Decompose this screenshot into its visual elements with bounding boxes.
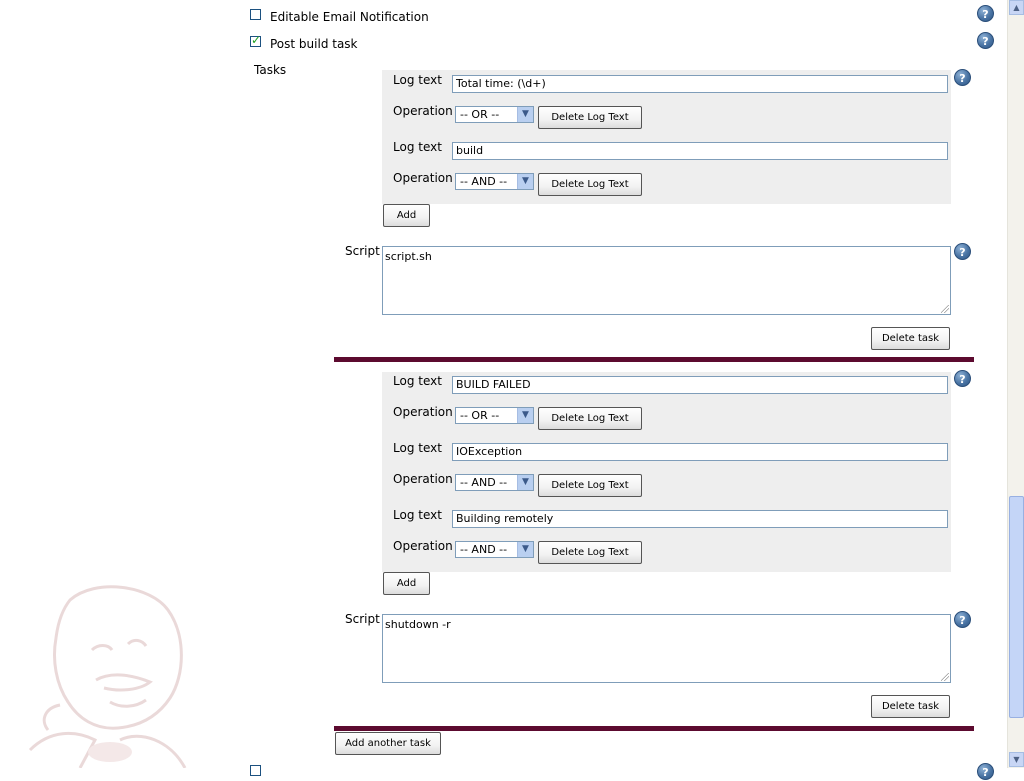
- log-text-input[interactable]: build: [452, 142, 948, 160]
- help-icon[interactable]: ?: [954, 370, 971, 387]
- operation-label: Operation: [393, 472, 453, 486]
- task-separator: [334, 357, 974, 362]
- delete-log-text-button[interactable]: Delete Log Text: [538, 407, 642, 430]
- resize-grip-icon[interactable]: [941, 305, 949, 313]
- post-build-task-checkbox[interactable]: ✓: [250, 33, 262, 47]
- chevron-down-icon: ▼: [517, 475, 533, 490]
- add-another-task-button[interactable]: Add another task: [335, 732, 441, 755]
- help-icon[interactable]: ?: [977, 32, 994, 49]
- scroll-down-icon[interactable]: ▼: [1009, 752, 1024, 767]
- delete-log-text-button[interactable]: Delete Log Text: [538, 474, 642, 497]
- add-log-text-button[interactable]: Add: [383, 204, 430, 227]
- chevron-down-icon: ▼: [517, 542, 533, 557]
- operation-label: Operation: [393, 405, 453, 419]
- checkmark-icon: ✓: [251, 33, 262, 47]
- editable-email-label: Editable Email Notification: [270, 10, 429, 24]
- delete-log-text-button[interactable]: Delete Log Text: [538, 541, 642, 564]
- help-icon[interactable]: ?: [954, 69, 971, 86]
- delete-log-text-button[interactable]: Delete Log Text: [538, 173, 642, 196]
- log-text-label: Log text: [393, 374, 442, 388]
- help-icon[interactable]: ?: [977, 763, 994, 780]
- log-text-input[interactable]: Total time: (\d+): [452, 75, 948, 93]
- resize-grip-icon[interactable]: [941, 673, 949, 681]
- help-icon[interactable]: ?: [977, 5, 994, 22]
- operation-select[interactable]: -- AND -- ▼: [455, 541, 534, 558]
- tasks-label: Tasks: [254, 63, 287, 77]
- operation-select[interactable]: -- AND -- ▼: [455, 474, 534, 491]
- editable-email-checkbox[interactable]: [250, 9, 261, 20]
- script-textarea[interactable]: script.sh: [382, 246, 951, 315]
- task-separator: [334, 726, 974, 731]
- operation-select[interactable]: -- AND -- ▼: [455, 173, 534, 190]
- delete-task-button[interactable]: Delete task: [871, 327, 950, 350]
- delete-task-button[interactable]: Delete task: [871, 695, 950, 718]
- next-option-checkbox[interactable]: [250, 765, 261, 776]
- post-build-task-label: Post build task: [270, 37, 358, 51]
- chevron-down-icon: ▼: [517, 408, 533, 423]
- log-text-input[interactable]: BUILD FAILED: [452, 376, 948, 394]
- chevron-down-icon: ▼: [517, 174, 533, 189]
- delete-log-text-button[interactable]: Delete Log Text: [538, 106, 642, 129]
- operation-select[interactable]: -- OR -- ▼: [455, 106, 534, 123]
- add-log-text-button[interactable]: Add: [383, 572, 430, 595]
- help-icon[interactable]: ?: [954, 611, 971, 628]
- log-text-input[interactable]: IOException: [452, 443, 948, 461]
- scrollbar-thumb[interactable]: [1009, 496, 1024, 718]
- log-text-label: Log text: [393, 441, 442, 455]
- operation-label: Operation: [393, 539, 453, 553]
- log-text-label: Log text: [393, 508, 442, 522]
- operation-select[interactable]: -- OR -- ▼: [455, 407, 534, 424]
- vertical-scrollbar[interactable]: ▲ ▼: [1007, 0, 1024, 768]
- log-text-input[interactable]: Building remotely: [452, 510, 948, 528]
- script-label: Script: [345, 612, 380, 626]
- script-textarea[interactable]: shutdown -r: [382, 614, 951, 683]
- operation-label: Operation: [393, 171, 453, 185]
- log-text-label: Log text: [393, 140, 442, 154]
- scroll-up-icon[interactable]: ▲: [1009, 0, 1024, 15]
- operation-label: Operation: [393, 104, 453, 118]
- chevron-down-icon: ▼: [517, 107, 533, 122]
- log-text-label: Log text: [393, 73, 442, 87]
- jenkins-watermark: [28, 585, 187, 768]
- help-icon[interactable]: ?: [954, 243, 971, 260]
- script-label: Script: [345, 244, 380, 258]
